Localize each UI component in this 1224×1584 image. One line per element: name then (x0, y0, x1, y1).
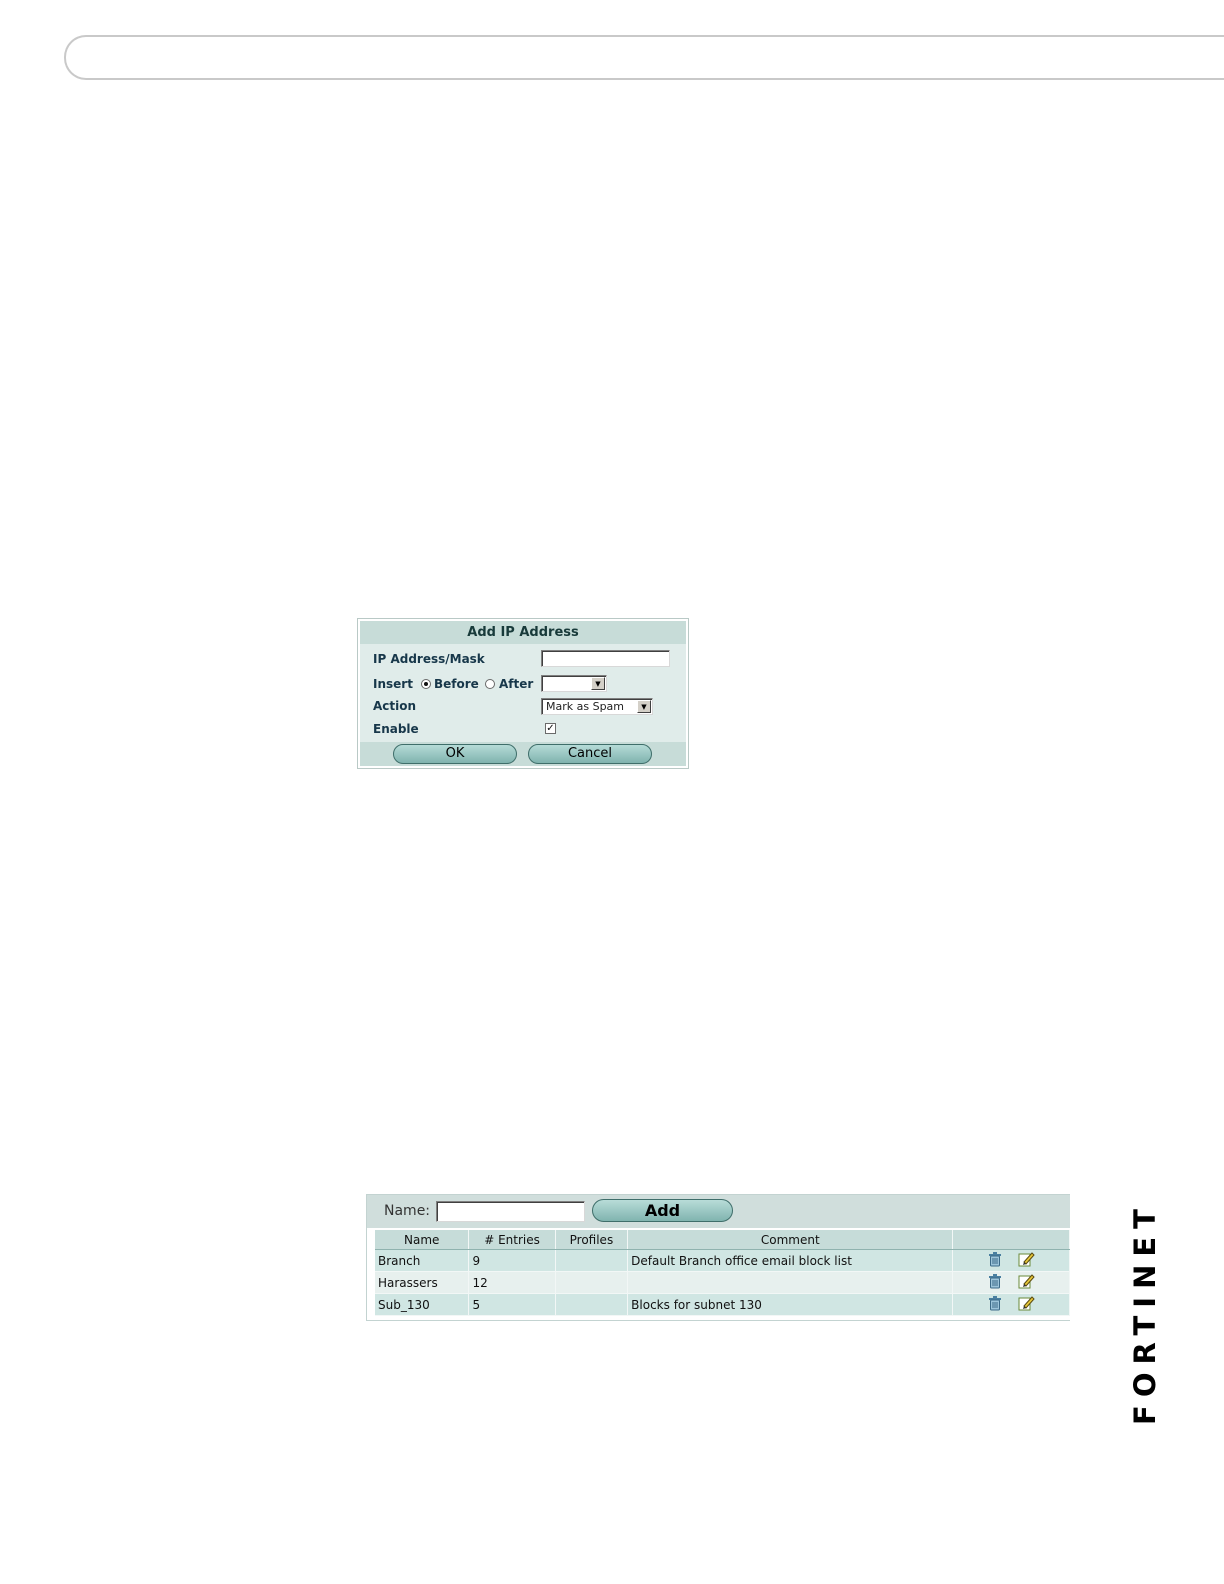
column-header-name: Name (375, 1230, 470, 1250)
checkmark-icon: ✓ (546, 723, 555, 734)
action-label: Action (373, 699, 417, 713)
page-header-bar (64, 35, 1224, 80)
add-button[interactable]: Add (592, 1199, 733, 1222)
insert-position-select[interactable]: ▼ (541, 675, 607, 692)
trash-icon[interactable] (987, 1295, 1003, 1314)
ok-button[interactable]: OK (393, 744, 517, 764)
table-row: Harassers 12 (375, 1271, 1070, 1294)
cell-comment: Blocks for subnet 130 (627, 1293, 954, 1316)
action-select-value: Mark as Spam (546, 700, 625, 713)
column-header-actions (952, 1230, 1070, 1250)
enable-checkbox[interactable]: ✓ (545, 723, 556, 734)
edit-icon[interactable] (1017, 1294, 1035, 1315)
cell-profiles (555, 1293, 629, 1316)
cell-entries: 9 (468, 1249, 556, 1272)
ip-address-mask-label: IP Address/Mask (373, 652, 485, 666)
chevron-down-icon: ▼ (591, 677, 605, 690)
column-header-entries: # Entries (468, 1230, 556, 1250)
cell-comment: Default Branch office email block list (627, 1249, 954, 1272)
column-header-comment: Comment (627, 1230, 954, 1250)
cell-name: Sub_130 (375, 1293, 470, 1316)
name-input[interactable] (436, 1201, 585, 1222)
enable-label: Enable (373, 722, 419, 736)
cell-profiles (555, 1271, 629, 1294)
cell-entries: 5 (468, 1293, 556, 1316)
cell-name: Branch (375, 1249, 470, 1272)
cell-profiles (555, 1249, 629, 1272)
action-select[interactable]: Mark as Spam ▼ (541, 698, 653, 715)
insert-after-label: After (499, 677, 534, 691)
list-toolbar: Name: Add (367, 1195, 1070, 1228)
table-row: Sub_130 5 Blocks for subnet 130 (375, 1293, 1070, 1316)
cancel-button[interactable]: Cancel (528, 744, 652, 764)
ip-address-mask-input[interactable] (541, 650, 670, 667)
block-list-table: Name # Entries Profiles Comment Branch 9… (375, 1230, 1070, 1316)
add-ip-address-dialog: Add IP Address IP Address/Mask Insert Be… (357, 618, 689, 769)
insert-before-radio[interactable] (421, 679, 431, 689)
cell-actions (952, 1271, 1070, 1294)
fortinet-logo-text: FORTINET (1128, 1201, 1162, 1425)
chevron-down-icon: ▼ (637, 700, 651, 713)
insert-after-radio[interactable] (485, 679, 495, 689)
column-header-profiles: Profiles (555, 1230, 629, 1250)
trash-icon[interactable] (987, 1273, 1003, 1292)
cell-actions (952, 1249, 1070, 1272)
edit-icon[interactable] (1017, 1272, 1035, 1293)
table-row: Branch 9 Default Branch office email blo… (375, 1249, 1070, 1272)
insert-before-label: Before (434, 677, 479, 691)
fortinet-logo: FORTINET (1128, 1196, 1162, 1430)
cell-name: Harassers (375, 1271, 470, 1294)
block-list-panel: Name: Add Name # Entries Profiles Commen… (366, 1194, 1070, 1321)
trash-icon[interactable] (987, 1251, 1003, 1270)
dialog-footer: OK Cancel (360, 742, 686, 766)
name-label: Name: (384, 1203, 431, 1219)
cell-entries: 12 (468, 1271, 556, 1294)
cell-comment (627, 1271, 954, 1294)
cell-actions (952, 1293, 1070, 1316)
dialog-title: Add IP Address (360, 621, 686, 644)
edit-icon[interactable] (1017, 1250, 1035, 1271)
insert-label: Insert (373, 677, 413, 691)
